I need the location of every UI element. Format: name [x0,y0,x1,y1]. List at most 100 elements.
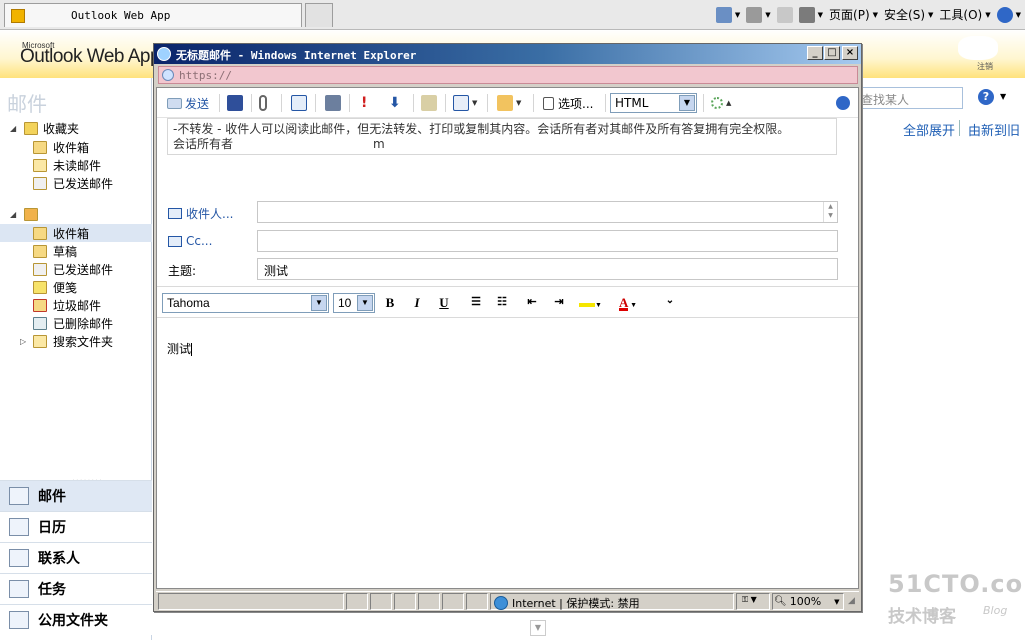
high-importance-button[interactable]: ! [361,92,367,114]
more-options-button[interactable]: ▲ [711,92,731,114]
folder-inbox[interactable]: 收件箱 [0,224,152,242]
font-family-select[interactable]: Tahoma ▼ [162,293,329,313]
folder-search[interactable]: ▷ 搜索文件夹 [0,332,152,350]
resize-grip-icon[interactable]: ◢ [848,596,855,606]
nav-mail[interactable]: 邮件 [0,480,152,511]
permissions-button[interactable] [421,92,437,114]
text-cursor [191,343,193,356]
owa-help-icon[interactable]: ? [978,89,994,105]
spell-check-button[interactable]: ▼ [453,92,477,114]
scroll-down-button[interactable]: ▼ [530,620,546,636]
separator [315,94,316,112]
nav-label: 公用文件夹 [38,613,108,629]
folder-junk[interactable]: 垃圾邮件 [0,296,152,314]
send-button[interactable]: 发送 [167,92,209,114]
decrease-indent-button[interactable]: ⇤ [523,295,541,311]
subject-field[interactable]: 测试 [257,258,838,280]
folder-drafts[interactable]: 草稿 [0,242,152,260]
zoom-control[interactable]: 🔍︎ 100% ▼ [774,595,840,608]
nav-contacts[interactable]: 联系人 [0,542,152,573]
security-zone-label: Internet | 保护模式: 禁用 [512,597,640,610]
underline-button[interactable]: U [435,295,453,311]
print-icon [798,6,815,23]
print-button[interactable]: ▼ [798,6,823,23]
zoom-value: 100% [789,595,822,608]
low-importance-button[interactable]: ⬇ [389,92,401,114]
address-book-button[interactable] [291,92,307,114]
address-book-icon [168,208,182,219]
page-menu[interactable]: 页面(P) ▼ [829,6,878,23]
browser-tab[interactable]: Outlook Web App [4,3,302,27]
address-book-icon [168,235,182,247]
window-title-bar[interactable]: 无标题邮件 - Windows Internet Explorer _ □ × [154,44,861,64]
highlight-button[interactable]: ▼ [579,295,609,311]
favorites-header[interactable]: ◢ 收藏夹 [0,119,152,137]
folder-sent[interactable]: 已发送邮件 [0,260,152,278]
check-names-button[interactable] [325,92,341,114]
italic-button[interactable]: I [408,295,426,311]
folder-notes[interactable]: 便笺 [0,278,152,296]
status-cell [418,593,440,610]
expand-triangle-icon[interactable]: ▷ [20,337,26,346]
more-formatting-button[interactable]: ⌄ [661,295,679,311]
folder-deleted[interactable]: 已删除邮件 [0,314,152,332]
to-button[interactable]: 收件人... [168,205,233,222]
message-body-editor[interactable]: 测试 [167,340,193,357]
folder-favorites-inbox[interactable]: 收件箱 [0,138,152,156]
inbox-folder-icon [33,140,47,154]
numbering-button[interactable]: ☷ [493,295,511,311]
read-mail-button[interactable] [776,6,793,23]
window-status-bar: Internet | 保护模式: 禁用 ⚿ ▼ 🔍︎ 100% ▼ ◢ [156,591,859,610]
compose-help-button[interactable] [836,92,850,114]
browser-tab-bar: Outlook Web App ▼ ▼ ▼ 页面(P) ▼ 安全(S) ▼ 工具(O… [0,0,1025,30]
folder-unread[interactable]: 未读邮件 [0,156,152,174]
compose-toolbar: 发送 ! ⬇ ▼ ▼ 选项... HTML ▼ ▲ [157,88,858,118]
to-field[interactable]: ▲ ▼ [257,201,838,223]
nav-tasks[interactable]: 任务 [0,573,152,604]
protected-mode-button[interactable]: ⚿ ▼ [742,595,757,605]
bold-button[interactable]: B [381,295,399,311]
down-arrow-icon: ⬇ [389,95,401,111]
collapse-triangle-icon[interactable]: ◢ [10,210,16,219]
logout-link[interactable]: 注销 [977,61,993,72]
nav-calendar[interactable]: 日历 [0,511,152,542]
options-button[interactable]: 选项... [543,92,593,114]
save-button[interactable] [227,92,243,114]
folder-favorites-sent[interactable]: 已发送邮件 [0,174,152,192]
address-field[interactable]: https:// [158,66,858,84]
browser-help-button[interactable]: ▼ [996,6,1021,23]
safety-menu[interactable]: 安全(S) ▼ [884,6,933,23]
separator [251,94,252,112]
cc-field[interactable] [257,230,838,252]
tools-menu-label: 工具(O) [939,8,983,22]
cc-button[interactable]: Cc... [168,234,212,248]
folder-label: 草稿 [53,244,78,259]
home-button[interactable]: ▼ [715,6,740,23]
maximize-button[interactable]: □ [824,46,840,60]
mailbox-header[interactable]: ◢ [0,205,152,223]
font-size-select[interactable]: 10 ▼ [333,293,375,313]
to-field-scrollbar[interactable]: ▲ ▼ [823,202,837,222]
nav-public-folders[interactable]: 公用文件夹 [0,604,152,635]
sort-order-link[interactable]: 由新到旧 [968,120,1020,139]
send-icon [167,97,182,109]
folder-label: 收件箱 [53,226,90,241]
expand-all-link[interactable]: 全部展开 [903,120,955,139]
signature-button[interactable]: ▼ [497,92,521,114]
bullets-button[interactable]: ☰ [467,295,485,311]
security-zone[interactable]: Internet | 保护模式: 禁用 [494,595,640,611]
attach-button[interactable] [259,92,267,114]
increase-indent-button[interactable]: ⇥ [550,295,568,311]
find-someone-input[interactable]: 查找某人 [855,87,963,109]
tools-menu[interactable]: 工具(O) ▼ [939,6,990,23]
new-tab-button[interactable] [305,3,333,27]
separator [605,94,606,112]
message-format-select[interactable]: HTML ▼ [610,93,697,113]
owa-section-title: 邮件 [7,92,47,116]
close-button[interactable]: × [842,46,858,60]
font-color-button[interactable]: A ▼ [619,295,649,311]
collapse-triangle-icon[interactable]: ◢ [10,124,16,133]
minimize-button[interactable]: _ [807,46,823,60]
feeds-button[interactable]: ▼ [746,6,771,23]
chevron-down-icon[interactable]: ▼ [1000,92,1006,101]
